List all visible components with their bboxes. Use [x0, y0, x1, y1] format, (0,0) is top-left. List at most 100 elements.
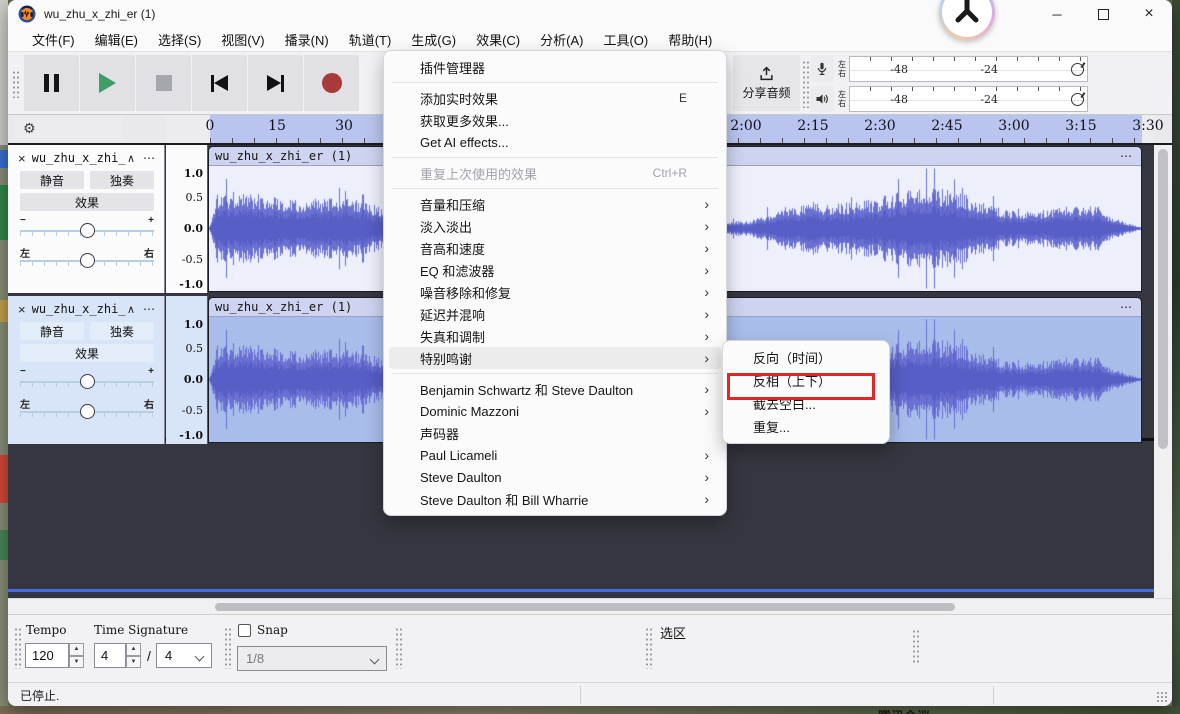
audacity-logo-icon: [18, 5, 36, 23]
menu-item[interactable]: 淡入淡出›: [389, 215, 721, 237]
microphone-icon[interactable]: [810, 56, 834, 82]
effects-button[interactable]: 效果: [20, 193, 154, 211]
resize-grip[interactable]: [1156, 691, 1168, 703]
share-upload-icon: [759, 66, 774, 81]
gear-icon: ⚙: [23, 121, 36, 137]
pan-slider-thumb[interactable]: [80, 404, 95, 419]
menu-item[interactable]: Paul Licameli›: [389, 444, 721, 466]
solo-button[interactable]: 独奏: [90, 171, 154, 189]
play-at-speed-grip[interactable]: [912, 629, 919, 665]
ruler-time-label: 2:00: [730, 118, 761, 134]
horizontal-scrollbar[interactable]: [8, 598, 1172, 614]
menubar-item[interactable]: 生成(G): [401, 27, 466, 52]
vertical-scrollbar[interactable]: [1154, 145, 1172, 598]
menubar-item[interactable]: 编辑(E): [85, 27, 148, 52]
menu-item[interactable]: 音高和速度›: [389, 237, 721, 259]
meter-bar[interactable]: -48 -24: [849, 56, 1088, 82]
menu-item[interactable]: Steve Daulton›: [389, 466, 721, 488]
snap-toolbar-grip[interactable]: [224, 627, 231, 669]
gain-slider-thumb[interactable]: [80, 223, 95, 238]
menu-item[interactable]: 获取更多效果...: [389, 109, 721, 131]
menu-item[interactable]: 声码器: [389, 422, 721, 444]
skip-to-start-button[interactable]: [192, 55, 247, 111]
menu-item[interactable]: Dominic Mazzoni›: [389, 400, 721, 422]
track-menu-icon[interactable]: ⋯: [143, 302, 156, 316]
menu-item[interactable]: 特别鸣谢›: [389, 347, 721, 369]
close-button[interactable]: ×: [1126, 0, 1172, 28]
snap-interval-select[interactable]: 1/8: [237, 646, 387, 671]
window-title: wu_zhu_x_zhi_er (1): [44, 7, 155, 21]
menubar-item[interactable]: 选择(S): [148, 27, 211, 52]
meter-grip[interactable]: [802, 60, 809, 108]
submenu-arrow-icon: ›: [704, 240, 709, 256]
menu-item[interactable]: 反向（时间）: [728, 346, 884, 369]
menubar-item[interactable]: 轨道(T): [339, 27, 402, 52]
menu-item[interactable]: EQ 和滤波器›: [389, 259, 721, 281]
pan-slider[interactable]: 左 右: [18, 396, 156, 420]
menu-item[interactable]: 延迟并混响›: [389, 303, 721, 325]
menubar-item[interactable]: 视图(V): [211, 27, 274, 52]
menu-item[interactable]: 噪音移除和修复›: [389, 281, 721, 303]
pan-slider-thumb[interactable]: [80, 253, 95, 268]
time-signature-numerator-input[interactable]: 4: [94, 643, 126, 668]
track-close-icon[interactable]: ×: [18, 302, 26, 317]
vertical-scale-ruler[interactable]: 1.00.50.0-0.5-1.0: [166, 145, 208, 293]
track-menu-icon[interactable]: ⋯: [143, 151, 156, 165]
speaker-icon[interactable]: [810, 86, 834, 112]
meter-bar[interactable]: -48 -24: [849, 86, 1088, 112]
vertical-scrollbar-thumb[interactable]: [1158, 149, 1168, 449]
selection-toolbar-grip[interactable]: [645, 627, 652, 669]
submenu-arrow-icon: ›: [704, 196, 709, 212]
time-signature-denominator-select[interactable]: 4: [156, 643, 212, 668]
gain-slider[interactable]: − +: [18, 366, 156, 390]
tempo-input[interactable]: 120: [25, 643, 69, 668]
timeline-options-button[interactable]: ⚙: [13, 117, 123, 141]
horizontal-scrollbar-thumb[interactable]: [215, 603, 955, 611]
menu-item[interactable]: 音量和压缩›: [389, 193, 721, 215]
gain-slider[interactable]: − +: [18, 215, 156, 239]
mute-button[interactable]: 静音: [20, 322, 84, 340]
menubar-item[interactable]: 文件(F): [22, 27, 85, 52]
menubar-item[interactable]: 分析(A): [530, 27, 593, 52]
menu-item[interactable]: 重复...: [728, 415, 884, 438]
menu-item[interactable]: Get AI effects...: [389, 131, 721, 153]
menubar-item[interactable]: 帮助(H): [658, 27, 722, 52]
menubar-item[interactable]: 工具(O): [593, 27, 658, 52]
time-toolbar-grip[interactable]: [14, 627, 21, 669]
vertical-scale-ruler[interactable]: 1.00.50.0-0.5-1.0: [166, 296, 208, 444]
collapse-icon[interactable]: ∧: [127, 303, 135, 316]
play-button[interactable]: [80, 55, 135, 111]
pan-slider[interactable]: 左 右: [18, 245, 156, 269]
mute-button[interactable]: 静音: [20, 171, 84, 189]
menu-item[interactable]: Benjamin Schwartz 和 Steve Daulton›: [389, 378, 721, 400]
clip-menu-icon[interactable]: ⋯: [1120, 300, 1133, 314]
menubar-item[interactable]: 播录(N): [275, 27, 339, 52]
track-close-icon[interactable]: ×: [18, 151, 26, 166]
stop-button[interactable]: [136, 55, 191, 111]
menubar-item[interactable]: 效果(C): [466, 27, 530, 52]
toolbar-grip[interactable]: [12, 70, 19, 98]
share-audio-button[interactable]: 分享音频: [733, 55, 800, 111]
snap-checkbox[interactable]: [238, 624, 251, 637]
track-title[interactable]: wu_zhu_x_zhi_: [32, 151, 127, 165]
minimize-button[interactable]: ─: [1034, 0, 1080, 28]
collapse-icon[interactable]: ∧: [127, 152, 135, 165]
record-button[interactable]: [304, 55, 359, 111]
track-title[interactable]: wu_zhu_x_zhi_: [32, 302, 127, 316]
time-display-grip[interactable]: [395, 627, 402, 669]
menu-item[interactable]: 添加实时效果E: [389, 87, 721, 109]
effects-button[interactable]: 效果: [20, 344, 154, 362]
playback-meter[interactable]: 左 右 -48 -24: [810, 85, 1088, 113]
tempo-spinner[interactable]: ▲▼: [69, 643, 84, 668]
menu-item[interactable]: 失真和调制›: [389, 325, 721, 347]
solo-button[interactable]: 独奏: [90, 322, 154, 340]
menu-item[interactable]: 插件管理器: [389, 56, 721, 78]
pause-button[interactable]: [24, 55, 79, 111]
recording-meter[interactable]: 左 右 -48 -24: [810, 55, 1088, 83]
time-signature-spinner[interactable]: ▲▼: [126, 643, 141, 668]
gain-slider-thumb[interactable]: [80, 374, 95, 389]
skip-to-end-button[interactable]: [248, 55, 303, 111]
clip-menu-icon[interactable]: ⋯: [1120, 149, 1133, 163]
menu-item[interactable]: Steve Daulton 和 Bill Wharrie›: [389, 488, 721, 510]
maximize-button[interactable]: [1080, 0, 1126, 28]
